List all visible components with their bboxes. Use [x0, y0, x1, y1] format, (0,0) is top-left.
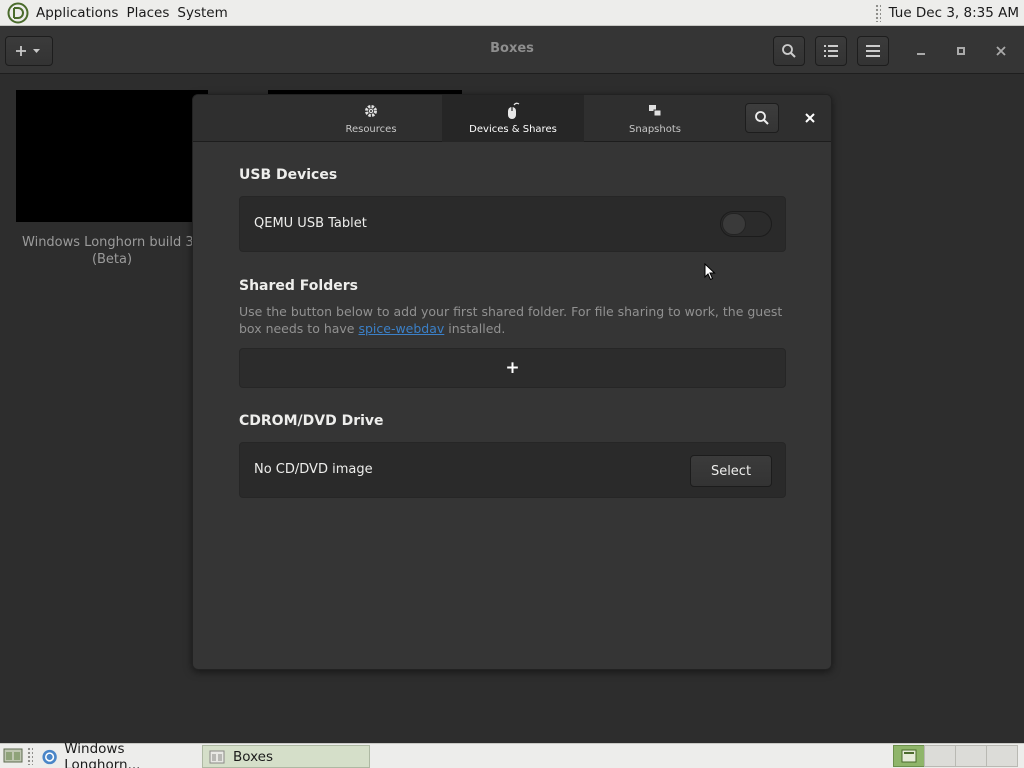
close-icon	[996, 46, 1006, 56]
shared-folders-description: Use the button below to add your first s…	[239, 303, 799, 337]
workspace-3[interactable]	[955, 745, 987, 767]
tab-devices-shares[interactable]: Devices & Shares	[442, 95, 584, 142]
dialog-search-button[interactable]	[745, 103, 779, 133]
show-desktop-icon[interactable]	[2, 746, 24, 766]
hamburger-menu-icon	[866, 45, 880, 57]
cdrom-status: No CD/DVD image	[254, 462, 373, 477]
list-view-button[interactable]	[815, 36, 847, 66]
dialog-close-button[interactable]	[795, 103, 825, 133]
usb-device-toggle[interactable]	[720, 211, 772, 237]
box-name: Windows Longhorn build 36	[22, 235, 202, 250]
bottom-panel: Windows Longhorn... Boxes	[0, 741, 1024, 768]
workspace-window-icon	[901, 749, 917, 763]
panel-grip	[874, 3, 881, 22]
task-boxes[interactable]: Boxes	[202, 745, 370, 768]
close-icon	[805, 113, 815, 123]
task-label: Boxes	[233, 748, 274, 765]
plus-icon	[16, 46, 40, 56]
tab-snapshots[interactable]: Snapshots	[584, 95, 726, 142]
search-button[interactable]	[773, 36, 805, 66]
top-panel: Applications Places System Tue Dec 3, 8:…	[0, 0, 1024, 26]
gear-icon	[365, 105, 377, 117]
box-caption[interactable]: Windows Longhorn build 36 (Beta)	[14, 234, 210, 268]
new-box-button[interactable]	[5, 36, 53, 66]
spice-webdav-link[interactable]: spice-webdav	[358, 321, 444, 336]
select-cd-image-button[interactable]: Select	[690, 455, 772, 487]
tab-resources[interactable]: Resources	[300, 95, 442, 142]
task-windows-longhorn[interactable]: Windows Longhorn...	[34, 741, 200, 768]
places-menu[interactable]: Places	[122, 5, 173, 21]
plus-icon: +	[505, 358, 520, 378]
applications-menu[interactable]: Applications	[32, 5, 122, 21]
cdrom-row: No CD/DVD image Select	[239, 442, 786, 498]
cdrom-title: CDROM/DVD Drive	[239, 413, 384, 429]
shared-folders-title: Shared Folders	[239, 278, 358, 294]
mouse-icon	[508, 102, 520, 119]
clock[interactable]: Tue Dec 3, 8:35 AM	[889, 5, 1019, 21]
description-text: Use the button below to add your first s…	[239, 304, 783, 336]
minimize-button[interactable]	[906, 36, 936, 66]
panel-grip	[27, 747, 33, 765]
tab-label: Snapshots	[629, 124, 681, 135]
box-subtitle: (Beta)	[91, 252, 133, 267]
mouse-cursor-icon	[704, 263, 716, 281]
workspace-2[interactable]	[924, 745, 956, 767]
task-label: Windows Longhorn...	[64, 740, 141, 768]
close-window-button[interactable]	[986, 36, 1016, 66]
dialog-header: Resources Devices & Shares Snapshots	[193, 95, 831, 142]
snapshots-icon	[649, 105, 662, 117]
add-shared-folder-button[interactable]: +	[239, 348, 786, 388]
mate-logo-icon[interactable]	[7, 2, 29, 24]
workspace-switcher[interactable]	[893, 745, 1018, 767]
minimize-icon	[917, 53, 925, 55]
boxes-headerbar: Boxes	[0, 26, 1024, 74]
tab-label: Resources	[345, 124, 397, 135]
toggle-knob	[722, 213, 746, 235]
search-icon	[755, 111, 769, 125]
main-menu-button[interactable]	[857, 36, 889, 66]
boxes-window-icon	[209, 750, 225, 763]
tab-label: Devices & Shares	[469, 124, 557, 135]
usb-device-row: QEMU USB Tablet	[239, 196, 786, 252]
workspace-4[interactable]	[986, 745, 1018, 767]
boxes-app-icon	[42, 749, 57, 764]
maximize-icon	[957, 47, 965, 55]
maximize-button[interactable]	[946, 36, 976, 66]
list-view-icon	[824, 45, 838, 57]
box-thumbnail[interactable]	[16, 90, 208, 222]
workspace-1[interactable]	[893, 745, 925, 767]
search-icon	[782, 44, 796, 58]
description-text-end: installed.	[444, 321, 506, 336]
properties-dialog: Resources Devices & Shares Snapshots USB…	[192, 94, 832, 670]
usb-devices-title: USB Devices	[239, 167, 338, 183]
usb-device-label: QEMU USB Tablet	[254, 216, 367, 231]
system-menu[interactable]: System	[173, 5, 231, 21]
